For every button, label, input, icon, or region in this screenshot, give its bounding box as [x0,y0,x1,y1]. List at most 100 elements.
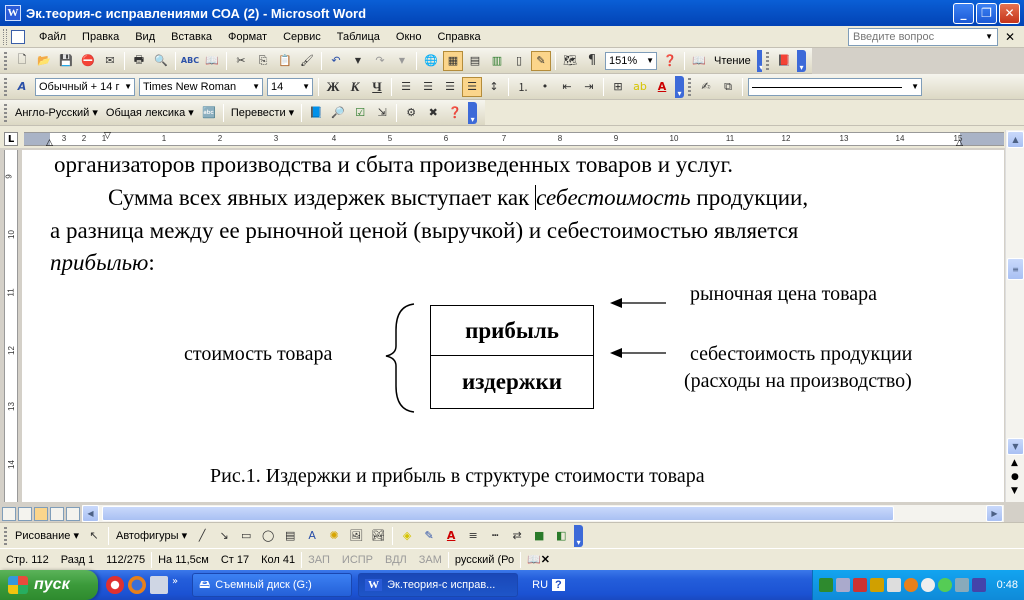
tab-selector-icon[interactable]: L [4,132,18,146]
toolbar-options-icon[interactable]: ▾ [675,75,684,98]
undo-dropdown-icon[interactable]: ▼ [348,51,368,71]
line-style-select[interactable]: ▼ [748,77,922,96]
previous-page-icon[interactable]: ▲ [1011,458,1018,468]
styles-formatting-icon[interactable]: A [12,77,32,97]
line-spacing-icon[interactable]: ↕ [484,77,504,97]
underline-button[interactable]: Ч [367,77,387,97]
3d-icon[interactable]: ◧ [551,526,571,546]
restore-button[interactable]: ❐ [976,2,997,24]
menu-tools[interactable]: Сервис [275,31,329,43]
messenger-icon[interactable] [937,578,952,592]
document-close-icon[interactable]: ✕ [1002,29,1018,45]
line-style-icon[interactable]: ≡ [463,526,483,546]
minimize-button[interactable]: _ [953,2,974,24]
font-select[interactable]: Times New Roman ▼ [139,77,263,96]
web-view-icon[interactable] [18,506,32,521]
format-painter-icon[interactable]: 🖌 [297,51,317,71]
drawing-menu[interactable]: Рисование ▾ [11,529,83,542]
translate-dropdown[interactable]: Перевести ▾ [227,106,298,119]
increase-indent-icon[interactable]: ⇥ [579,77,599,97]
highlight-icon[interactable]: ab [630,77,650,97]
fill-color-icon[interactable]: ◈ [397,526,417,546]
toolbar-options-icon[interactable]: ▾ [574,524,584,547]
spelling-icon[interactable]: ABC [180,51,200,71]
font-color-icon[interactable]: A [652,77,672,97]
zoom-select[interactable]: 151% ▼ [605,51,657,70]
check-icon[interactable]: ☑ [350,103,370,123]
scroll-thumb[interactable]: ≡ [1007,258,1024,280]
reviewing-pane-icon[interactable]: ✍ [696,77,716,97]
taskbar-word-document[interactable]: W Эк.теория-с исправ... [358,573,519,597]
open-folder-icon[interactable]: 📂 [34,51,54,71]
email-client-icon[interactable] [150,576,168,594]
horizontal-ruler[interactable]: 3 2 1 1 2 3 4 5 6 7 8 9 10 11 12 13 14 1… [24,131,1004,148]
diagram-icon[interactable]: ✺ [324,526,344,546]
reading-layout-icon[interactable]: 📖 [689,51,709,71]
autoshapes-menu[interactable]: Автофигуры ▾ [112,529,191,542]
help-icon[interactable]: ? [552,579,565,591]
menu-edit[interactable]: Правка [74,31,127,43]
insert-table-icon[interactable]: ▤ [465,51,485,71]
horizontal-scrollbar[interactable]: ◀ ▶ [82,505,1004,522]
redo-dropdown-icon[interactable]: ▼ [392,51,412,71]
borders-icon[interactable]: ⊞ [608,77,628,97]
redo-icon[interactable]: ↷ [370,51,390,71]
cut-icon[interactable]: ✂ [231,51,251,71]
align-center-icon[interactable]: ☰ [418,77,438,97]
wordart-icon[interactable]: A [302,526,322,546]
volume-icon[interactable] [886,578,901,592]
clipart-icon[interactable]: 🖼 [346,526,366,546]
browse-object-icon[interactable]: ● [1011,472,1019,482]
battery-icon[interactable] [971,578,986,592]
tools-icon[interactable]: ✖ [423,103,443,123]
save-icon[interactable]: 💾 [56,51,76,71]
help-icon[interactable]: ❓ [660,51,680,71]
lookup-icon[interactable]: 🔎 [328,103,348,123]
export-icon[interactable]: ⇲ [372,103,392,123]
display-icon[interactable] [954,578,969,592]
vertical-ruler[interactable]: 9 10 11 12 13 14 [4,150,18,502]
document-icon[interactable] [11,29,25,44]
show-hide-icon[interactable]: ¶ [582,51,602,71]
normal-view-icon[interactable] [2,506,16,521]
first-line-indent-marker[interactable]: ▽ [104,131,111,141]
ask-question-input[interactable]: Введите вопрос ▼ [848,27,998,46]
quick-launch-more-icon[interactable]: » [172,576,178,594]
email-icon[interactable]: ✉ [100,51,120,71]
menu-format[interactable]: Формат [220,31,275,43]
vocabulary-dropdown[interactable]: Общая лексика ▾ [102,106,198,119]
tables-borders-icon[interactable]: ▦ [443,50,463,71]
font-color-icon[interactable]: A [441,526,461,546]
toolbar-grip[interactable] [4,51,7,70]
firefox-icon[interactable] [128,576,146,594]
line-icon[interactable]: ╱ [192,526,212,546]
opera-icon[interactable] [106,576,124,594]
research-book-icon[interactable]: 📕 [774,51,794,71]
oval-icon[interactable]: ◯ [258,526,278,546]
compare-icon[interactable]: ⧉ [718,77,738,97]
status-track-changes[interactable]: ИСПР [336,554,379,566]
toolbar-grip[interactable] [4,77,7,96]
toolbar-options-icon[interactable]: ▾ [797,49,806,72]
start-button[interactable]: пуск [0,570,98,600]
print-preview-icon[interactable]: 🔍 [151,51,171,71]
italic-button[interactable]: К [345,77,365,97]
scroll-down-button[interactable]: ▼ [1007,438,1024,455]
clock[interactable]: 0:48 [997,579,1018,591]
arrow-icon[interactable]: ↘ [214,526,234,546]
menu-table[interactable]: Таблица [329,31,388,43]
toolbar-options-icon[interactable]: ▾ [468,101,478,124]
arrow-style-icon[interactable]: ⇄ [507,526,527,546]
style-select[interactable]: Обычный + 14 г ▼ [35,77,135,96]
close-button[interactable]: ✕ [999,2,1020,24]
status-overtype[interactable]: ЗАМ [413,554,448,566]
rectangle-icon[interactable]: ▭ [236,526,256,546]
insert-excel-icon[interactable]: ▥ [487,51,507,71]
spelling-status-icon[interactable]: 📖✕ [521,553,556,566]
print-view-icon[interactable] [34,506,48,521]
document-map-icon[interactable]: 🗺 [560,51,580,71]
toolbar-grip[interactable] [4,526,7,545]
scroll-up-button[interactable]: ▲ [1007,131,1024,148]
taskbar-removable-disk[interactable]: 🖴 Съемный диск (G:) [192,573,353,597]
direction-dropdown[interactable]: Англо-Русский ▾ [11,106,102,119]
